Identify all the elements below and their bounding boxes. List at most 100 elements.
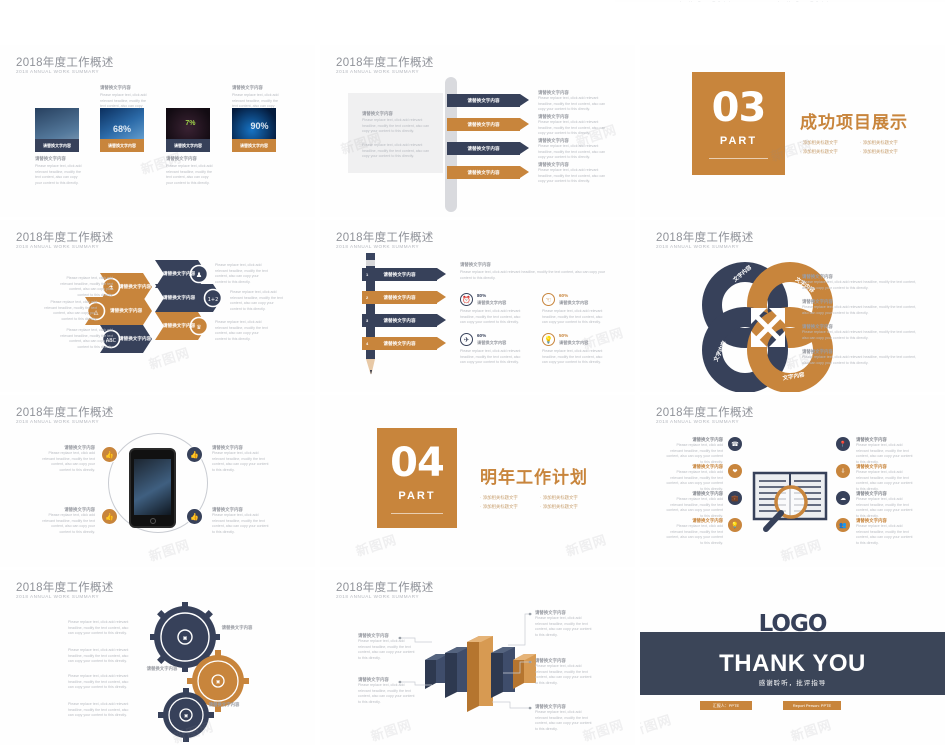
stat-body-2: Please replace text, click add relevant … bbox=[542, 309, 603, 325]
arrow-body-1: Please replace text, click add relevant … bbox=[60, 276, 113, 297]
thumb-caption-2: 请替换文字内容 bbox=[100, 139, 144, 152]
blocks-3d-diagram bbox=[425, 636, 536, 712]
thumbs-up-icon[interactable]: 👍 bbox=[186, 508, 203, 525]
briefcase-icon[interactable]: 💼 bbox=[728, 491, 742, 505]
block-body-5: Please replace text, click add relevant … bbox=[358, 683, 415, 704]
slide-gears[interactable]: 2018年度工作概述 2018 ANNUAL WORK SUMMARY ▣ ▣ … bbox=[0, 570, 315, 745]
hand-icon: ☜ bbox=[542, 293, 555, 306]
thumbs-up-icon[interactable]: 👍 bbox=[186, 446, 203, 463]
slide-subtitle: 2018 ANNUAL WORK SUMMARY bbox=[336, 594, 420, 599]
block-body-1: Please replace text, click add relevant … bbox=[535, 616, 592, 637]
download-icon[interactable]: ⇩ bbox=[836, 464, 850, 478]
stat-pct-3: 60% bbox=[477, 333, 487, 338]
gear-label-1: 请替换文字内容 bbox=[221, 625, 253, 630]
cut-text-1: Please replace text, click add relevant … bbox=[677, 0, 737, 2]
slide-thank-you[interactable]: LOGO THANK YOU 感谢聆听，批评指导 汇报人：PPTE Report… bbox=[640, 570, 945, 745]
mag-left-body-2: Please replace text, click add relevant … bbox=[666, 470, 723, 491]
svg-text:1+2: 1+2 bbox=[208, 297, 219, 303]
arrow-label-6: 请替换文字内容 bbox=[163, 323, 196, 328]
phone-device[interactable] bbox=[129, 448, 176, 528]
mag-right-body-2: Please replace text, click add relevant … bbox=[856, 470, 913, 491]
note-body-1: Please replace text, click add relevant … bbox=[538, 96, 606, 112]
slide-subtitle: 2018 ANNUAL WORK SUMMARY bbox=[16, 594, 100, 599]
slide-pencil[interactable]: 2018年度工作概述 2018 ANNUAL WORK SUMMARY 1 请替… bbox=[320, 220, 635, 392]
svg-text:▣: ▣ bbox=[183, 636, 188, 642]
slide-cutoff-top: Please replace text, click add relevant … bbox=[615, 0, 945, 2]
bullet-2: 添加相关标题文字 bbox=[540, 495, 588, 501]
thumbs-up-icon[interactable]: 👍 bbox=[101, 446, 118, 463]
gear-label-3: 请替换文字内容 bbox=[208, 702, 240, 707]
thumb-1[interactable]: 请替换文字内容 bbox=[35, 108, 79, 152]
heart-icon[interactable]: ❤ bbox=[728, 464, 742, 478]
location-pin-icon[interactable]: 📍 bbox=[836, 437, 850, 451]
part-word: PART bbox=[398, 489, 436, 502]
alarm-clock-icon: ⏰ bbox=[460, 293, 473, 306]
ring-note-body-3: Please replace text, click add relevant … bbox=[802, 330, 917, 340]
reporter-button-en[interactable]: Report Person: PPTE bbox=[783, 701, 841, 710]
stat-label-2: 请替换文字内容 bbox=[559, 300, 589, 305]
bullet-3: 添加相关标题文字 bbox=[800, 149, 848, 155]
thumb-4[interactable]: 90% 请替换文字内容 bbox=[232, 108, 276, 152]
slide-blocks[interactable]: 2018年度工作概述 2018 ANNUAL WORK SUMMARY 请替换文… bbox=[320, 570, 635, 745]
stat-body-1: Please replace text, click add relevant … bbox=[460, 309, 521, 325]
signpost-arrow-2[interactable]: 请替换文字内容 bbox=[447, 118, 529, 131]
block-body-2: Please replace text, click add relevant … bbox=[535, 664, 592, 685]
slide-images[interactable]: 2018年度工作概述 2018 ANNUAL WORK SUMMARY 请替换文… bbox=[0, 45, 315, 217]
intro-heading: 请替换文字内容 bbox=[460, 262, 491, 267]
arrow-label-3: 请替换文字内容 bbox=[119, 336, 152, 341]
signpost-arrow-4[interactable]: 请替换文字内容 bbox=[447, 166, 529, 179]
thumb-3[interactable]: 7% 请替换文字内容 bbox=[166, 108, 210, 152]
slide-arrow-cluster[interactable]: 2018年度工作概述 2018 ANNUAL WORK SUMMARY ⚗ △ … bbox=[0, 220, 315, 392]
slide-rings[interactable]: 2018年度工作概述 2018 ANNUAL WORK SUMMARY 文字内容… bbox=[640, 220, 945, 392]
gear-para-4: Please replace text, click add relevant … bbox=[68, 702, 129, 718]
slide-subtitle: 2018 ANNUAL WORK SUMMARY bbox=[16, 419, 100, 424]
gear-para-2: Please replace text, click add relevant … bbox=[68, 648, 129, 664]
slide-title: 2018年度工作概述 bbox=[656, 407, 754, 419]
mag-right-body-4: Please replace text, click add relevant … bbox=[856, 524, 913, 545]
phone-icon[interactable]: ☎ bbox=[728, 437, 742, 451]
part-bullets: 添加相关标题文字 添加相关标题文字 添加相关标题文字 添加相关标题文字 bbox=[800, 140, 908, 155]
bulb-icon[interactable]: 💡 bbox=[728, 518, 742, 532]
svg-text:♟: ♟ bbox=[196, 271, 202, 279]
thank-you-banner: THANK YOU 感谢聆听，批评指导 bbox=[640, 632, 945, 695]
watermark: 新图网 bbox=[564, 531, 609, 560]
signpost-arrow-3[interactable]: 请替换文字内容 bbox=[447, 142, 529, 155]
panel-body-1: Please replace text, click add relevant … bbox=[362, 118, 430, 134]
step-arrow-3[interactable]: 3 请替换文字内容 bbox=[362, 314, 446, 327]
card-heading-3: 请替换文字内容 bbox=[166, 156, 197, 161]
slide-signpost[interactable]: 2018年度工作概述 2018 ANNUAL WORK SUMMARY 请替换文… bbox=[320, 45, 635, 217]
stat-pct-2: 60% bbox=[559, 293, 569, 298]
slide-part-03[interactable]: 03 PART 成功项目展示 添加相关标题文字 添加相关标题文字 添加相关标题文… bbox=[640, 45, 945, 217]
note-body-4: Please replace text, click add relevant … bbox=[538, 168, 606, 184]
slide-title: 2018年度工作概述 bbox=[336, 57, 434, 69]
reporter-button-cn[interactable]: 汇报人：PPTE bbox=[700, 701, 752, 710]
watermark: 新图网 bbox=[640, 711, 674, 740]
phone-home-button[interactable] bbox=[149, 518, 156, 524]
mag-right-body-3: Please replace text, click add relevant … bbox=[856, 497, 913, 518]
cut-text-2: Please replace text, click add relevant … bbox=[775, 0, 835, 2]
step-arrow-1[interactable]: 1 请替换文字内容 bbox=[362, 268, 446, 281]
slide-phone[interactable]: 2018年度工作概述 2018 ANNUAL WORK SUMMARY 👍 👍 … bbox=[0, 395, 315, 567]
stat-body-3: Please replace text, click add relevant … bbox=[460, 349, 521, 365]
arrow-label-2: 请替换文字内容 bbox=[110, 308, 143, 313]
stat-pct-4: 50% bbox=[559, 333, 569, 338]
slide-part-04[interactable]: 04 PART 明年工作计划 添加相关标题文字 添加相关标题文字 添加相关标题文… bbox=[320, 395, 635, 567]
part-number: 04 bbox=[390, 439, 445, 486]
watermark: 新图网 bbox=[369, 716, 414, 745]
thumbs-up-icon[interactable]: 👍 bbox=[101, 508, 118, 525]
thumb-2[interactable]: 68% 请替换文字内容 bbox=[100, 108, 144, 152]
group-icon[interactable]: 👥 bbox=[836, 518, 850, 532]
step-arrow-4[interactable]: 4 请替换文字内容 bbox=[362, 337, 446, 350]
slide-title: 2018年度工作概述 bbox=[16, 407, 114, 419]
cloud-icon[interactable]: ☁ bbox=[836, 491, 850, 505]
thumb-stat-4: 90% bbox=[250, 121, 269, 131]
phone-body-1: Please replace text, click add relevant … bbox=[42, 451, 95, 472]
arrow-body-6: Please replace text, click add relevant … bbox=[215, 320, 268, 341]
card-heading-2: 请替换文字内容 bbox=[100, 85, 131, 90]
step-arrow-2[interactable]: 2 请替换文字内容 bbox=[362, 291, 446, 304]
mag-left-body-1: Please replace text, click add relevant … bbox=[666, 443, 723, 464]
signpost-arrow-1[interactable]: 请替换文字内容 bbox=[447, 94, 529, 107]
thank-you-text: THANK YOU bbox=[719, 650, 866, 677]
slide-magnifier[interactable]: 2018年度工作概述 2018 ANNUAL WORK SUMMARY ☎ ❤ … bbox=[640, 395, 945, 567]
phone-body-4: Please replace text, click add relevant … bbox=[212, 513, 269, 534]
